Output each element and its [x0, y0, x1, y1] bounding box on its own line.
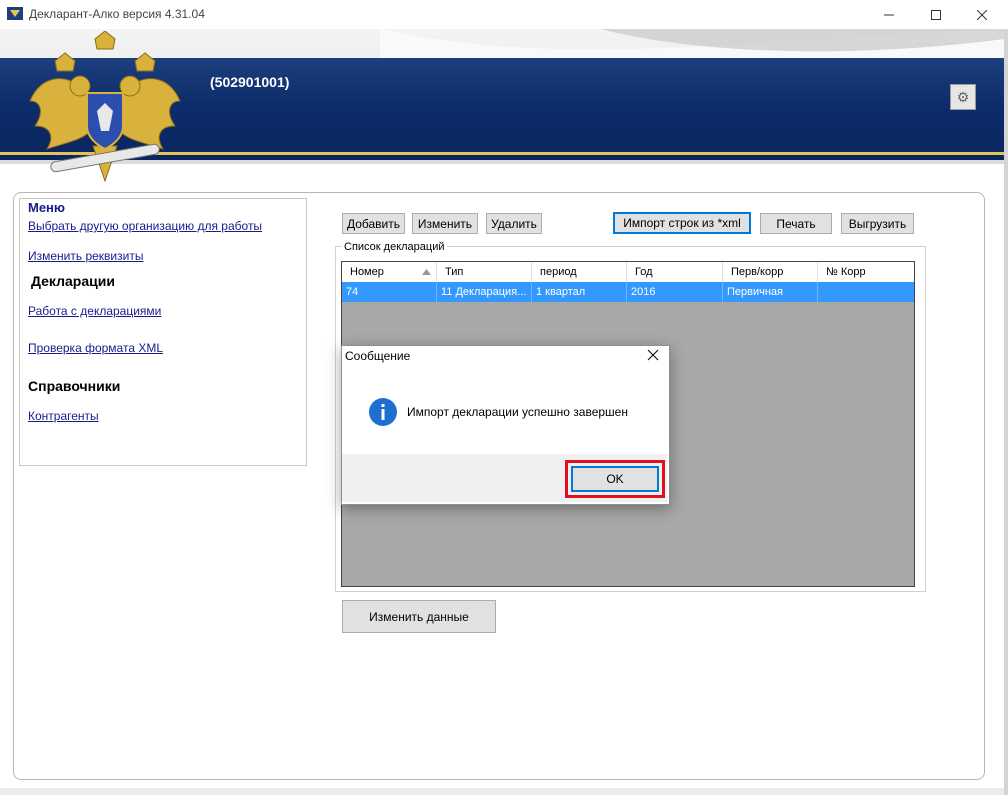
- declarations-group-label: Список деклараций: [342, 241, 447, 253]
- column-header-correction-number[interactable]: № Корр: [818, 262, 914, 282]
- cell-type: 11 Декларация...: [437, 282, 532, 302]
- window-title: Декларант-Алко версия 4.31.04: [29, 7, 205, 21]
- column-header-period[interactable]: период: [532, 262, 627, 282]
- print-button[interactable]: Печать: [760, 213, 832, 234]
- delete-button[interactable]: Удалить: [486, 213, 542, 234]
- dialog-close-button[interactable]: [646, 349, 660, 363]
- table-row[interactable]: 74 11 Декларация... 1 квартал 2016 Перви…: [342, 282, 914, 302]
- double-headed-eagle-emblem: [29, 31, 181, 183]
- section-heading-references: Справочники: [28, 378, 121, 394]
- export-button[interactable]: Выгрузить: [841, 213, 914, 234]
- minimize-icon: [884, 14, 894, 15]
- add-button[interactable]: Добавить: [342, 213, 405, 234]
- menu-panel: [19, 198, 307, 466]
- section-heading-declarations: Декларации: [31, 273, 115, 289]
- menu-heading: Меню: [28, 200, 66, 215]
- close-button[interactable]: [959, 0, 1005, 29]
- menu-link-work-with-declarations[interactable]: Работа с декларациями: [28, 304, 161, 318]
- column-header-year[interactable]: Год: [627, 262, 723, 282]
- dialog-title: Сообщение: [345, 349, 411, 363]
- window-bottom-edge: [0, 788, 1004, 795]
- close-icon: [977, 9, 987, 20]
- cell-primary-correction: Первичная: [723, 282, 818, 302]
- gear-icon: ⚙: [956, 88, 970, 105]
- grid-header: Номер Тип период Год Перв/корр № Корр: [342, 262, 914, 283]
- dialog-message: Импорт декларации успешно завершен: [407, 405, 628, 419]
- column-header-number[interactable]: Номер: [342, 262, 437, 282]
- edit-button[interactable]: Изменить: [412, 213, 478, 234]
- organization-code: (502901001): [210, 74, 290, 90]
- cell-year: 2016: [627, 282, 723, 302]
- import-xml-button[interactable]: Импорт строк из *xml: [613, 212, 751, 234]
- cell-number: 74: [342, 282, 437, 302]
- app-icon: [7, 7, 23, 20]
- column-header-type[interactable]: Тип: [437, 262, 532, 282]
- settings-button[interactable]: ⚙: [950, 84, 976, 110]
- maximize-button[interactable]: [913, 0, 959, 29]
- sort-ascending-icon: [422, 269, 431, 275]
- menu-link-select-organization[interactable]: Выбрать другую организацию для работы: [28, 219, 262, 233]
- menu-link-check-xml[interactable]: Проверка формата XML: [28, 341, 163, 355]
- menu-link-change-requisites[interactable]: Изменить реквизиты: [28, 249, 143, 263]
- cell-period: 1 квартал: [532, 282, 627, 302]
- change-data-button[interactable]: Изменить данные: [342, 600, 496, 633]
- column-header-primary-correction[interactable]: Перв/корр: [723, 262, 818, 282]
- maximize-icon: [931, 9, 941, 20]
- menu-link-counterparties[interactable]: Контрагенты: [28, 409, 99, 423]
- info-icon: [369, 398, 397, 426]
- cell-correction-number: [818, 282, 914, 302]
- ok-button[interactable]: OK: [571, 466, 659, 492]
- minimize-button[interactable]: [866, 0, 912, 29]
- window-edge: [1004, 29, 1008, 795]
- close-icon: [647, 349, 659, 361]
